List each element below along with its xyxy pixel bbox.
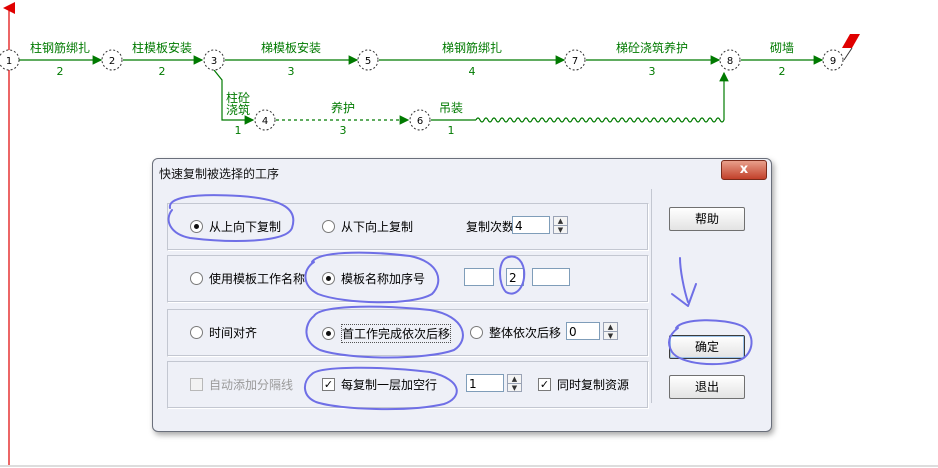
radio-whole-shift-label: 整体依次后移 (489, 326, 562, 340)
quick-copy-dialog: 快速复制被选择的工序 x 从上向下复制 从下向上复制 复制次数 4 ▲ ▼ 使用… (152, 158, 772, 432)
activity-duration-4-6: 3 (340, 124, 347, 137)
check-add-blank-row-option[interactable]: ✓ 每复制一层加空行 (322, 376, 437, 393)
spin-down-icon[interactable]: ▼ (554, 225, 567, 234)
end-flag-pole (843, 47, 853, 61)
check-add-separator-option[interactable]: 自动添加分隔线 (190, 376, 293, 393)
activity-duration-6-8: 1 (448, 124, 455, 137)
copy-count-label: 复制次数 (466, 220, 515, 234)
button-column-divider (651, 189, 652, 403)
time-shift-group: 时间对齐 首工作完成依次后移 整体依次后移 0 ▲ ▼ (167, 309, 649, 357)
check-add-separator-label: 自动添加分隔线 (209, 378, 294, 392)
radio-time-align-option[interactable]: 时间对齐 (190, 324, 257, 341)
activity-duration-3-4: 1 (235, 124, 242, 137)
activity-duration-3-5: 3 (288, 65, 295, 78)
radio-top-down[interactable] (190, 220, 203, 233)
activity-name-6-8: 吊装 (439, 101, 463, 115)
activity-name-7-8: 梯砼浇筑养护 (616, 40, 688, 55)
radio-first-work-shift-label: 首工作完成依次后移 (341, 324, 452, 343)
dialog-title: 快速复制被选择的工序 (159, 167, 280, 181)
spin-up-icon[interactable]: ▲ (508, 375, 521, 383)
help-button[interactable]: 帮助 (669, 207, 745, 231)
check-copy-resources-label: 同时复制资源 (557, 378, 630, 392)
blank-row-count-spinner[interactable]: ▲ ▼ (507, 374, 522, 392)
radio-first-work-shift-option[interactable]: 首工作完成依次后移 (322, 324, 452, 343)
radio-top-down-label: 从上向下复制 (209, 220, 282, 234)
activity-name-3-5: 梯模板安装 (261, 40, 321, 55)
radio-use-template-name-label: 使用模板工作名称 (209, 272, 306, 286)
radio-bottom-up-option[interactable]: 从下向上复制 (322, 218, 413, 235)
node-label-3: 3 (211, 56, 217, 67)
exit-button[interactable]: 退出 (669, 375, 745, 399)
shift-amount-spinner[interactable]: ▲ ▼ (603, 322, 618, 340)
blank-row-count-input[interactable]: 1 (466, 374, 504, 392)
radio-time-align-label: 时间对齐 (209, 326, 258, 340)
radio-top-down-option[interactable]: 从上向下复制 (190, 218, 281, 235)
radio-template-plus-seq[interactable] (322, 272, 335, 285)
name-prefix-input[interactable] (464, 268, 494, 286)
activity-name-2-3: 柱模板安装 (132, 40, 192, 55)
close-button[interactable]: x (721, 160, 767, 180)
shift-amount-input[interactable]: 0 (566, 322, 600, 340)
free-float-wave (475, 117, 725, 123)
node-label-5: 5 (365, 56, 371, 67)
spin-down-icon[interactable]: ▼ (604, 331, 617, 340)
radio-whole-shift-option[interactable]: 整体依次后移 (470, 324, 561, 341)
name-seq-input[interactable]: 2 (506, 268, 524, 286)
ok-button[interactable]: 确定 (669, 335, 745, 359)
activity-duration-7-8: 3 (649, 65, 656, 78)
close-icon: x (739, 162, 749, 177)
radio-bottom-up-label: 从下向上复制 (341, 220, 414, 234)
spin-down-icon[interactable]: ▼ (508, 383, 521, 392)
copy-count-input[interactable]: 4 (512, 216, 550, 234)
copy-direction-group: 从上向下复制 从下向上复制 复制次数 4 ▲ ▼ (167, 203, 649, 251)
radio-template-plus-seq-option[interactable]: 模板名称加序号 (322, 270, 425, 287)
activity-name-5-7: 梯钢筋绑扎 (442, 40, 502, 55)
activity-name-3-4-line2: 浇筑 (226, 102, 250, 117)
radio-use-template-name[interactable] (190, 272, 203, 285)
check-add-blank-row-label: 每复制一层加空行 (341, 378, 438, 392)
activity-duration-2-3: 2 (159, 65, 166, 78)
check-copy-resources[interactable]: ✓ (538, 378, 551, 391)
spin-up-icon[interactable]: ▲ (554, 217, 567, 225)
activity-duration-1-2: 2 (57, 65, 64, 78)
node-label-7: 7 (572, 56, 578, 67)
name-suffix-input[interactable] (532, 268, 570, 286)
end-flag-icon (842, 34, 860, 48)
node-label-2: 2 (109, 56, 115, 67)
activity-name-1-2: 柱钢筋绑扎 (30, 40, 90, 55)
activity-name-4-6: 养护 (331, 100, 355, 115)
radio-time-align[interactable] (190, 326, 203, 339)
activity-duration-8-9: 2 (779, 65, 786, 78)
node-label-9: 9 (830, 56, 836, 67)
spin-up-icon[interactable]: ▲ (604, 323, 617, 331)
activity-name-8-9: 砌墙 (770, 41, 794, 55)
copy-count-spinner[interactable]: ▲ ▼ (553, 216, 568, 234)
radio-whole-shift[interactable] (470, 326, 483, 339)
radio-bottom-up[interactable] (322, 220, 335, 233)
node-label-1: 1 (6, 56, 12, 67)
radio-first-work-shift[interactable] (322, 327, 335, 340)
node-label-4: 4 (262, 116, 268, 127)
check-add-separator[interactable] (190, 378, 203, 391)
activity-duration-5-7: 4 (469, 65, 476, 78)
options-group: 自动添加分隔线 ✓ 每复制一层加空行 1 ▲ ▼ ✓ 同时复制资源 (167, 361, 649, 409)
node-label-8: 8 (727, 56, 733, 67)
node-label-6: 6 (417, 116, 423, 127)
check-add-blank-row[interactable]: ✓ (322, 378, 335, 391)
check-copy-resources-option[interactable]: ✓ 同时复制资源 (538, 376, 629, 393)
radio-use-template-name-option[interactable]: 使用模板工作名称 (190, 270, 305, 287)
naming-group: 使用模板工作名称 模板名称加序号 2 (167, 255, 649, 303)
radio-template-plus-seq-label: 模板名称加序号 (341, 272, 426, 286)
